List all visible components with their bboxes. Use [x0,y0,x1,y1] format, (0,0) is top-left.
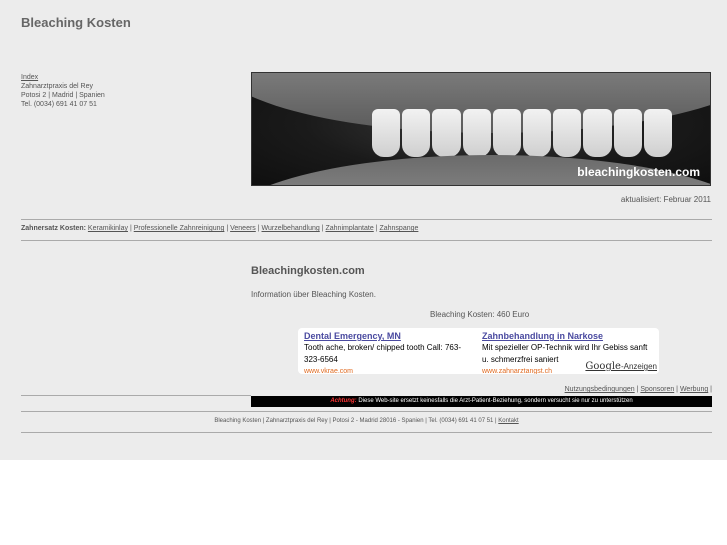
content-heading: Bleachingkosten.com [251,265,365,277]
practice-address: Potosi 2 | Madrid | Spanien [21,92,105,99]
divider-bottom [21,432,712,433]
footer-address: Bleaching Kosten | Zahnarztpraxis del Re… [21,418,712,424]
ad-text: Tooth ache, broken/ chipped tooth Call: … [304,343,461,364]
nav-item-keramikinlay[interactable]: Keramikinlay [88,225,128,232]
nav-item-zahnimplantate[interactable]: Zahnimplantate [325,225,373,232]
ad-item: Dental Emergency, MN Tooth ache, broken/… [304,330,476,374]
warning-label: Achtung: [330,398,357,404]
divider-top [21,219,712,220]
ad-title-link[interactable]: Zahnbehandlung in Narkose [482,330,654,342]
warning-bar: Achtung: Diese Web-site ersetzt keinesfa… [251,396,712,407]
google-ads-suffix: -Anzeigen [620,362,657,371]
nav-item-wurzelbehandlung[interactable]: Wurzelbehandlung [262,225,320,232]
google-logo: Google [585,361,621,372]
nav-item-zahnspange[interactable]: Zahnspange [379,225,418,232]
contact-link[interactable]: Kontakt [498,418,518,424]
content-intro: Information über Bleaching Kosten. [251,290,376,299]
google-ads-label[interactable]: Google-Anzeigen [583,361,657,372]
divider-nav [21,240,712,241]
nav-item-veneers[interactable]: Veneers [230,225,256,232]
hero-watermark: bleachingkosten.com [577,165,700,179]
practice-phone: Tel. (0034) 691 41 07 51 [21,101,97,108]
ad-block: Dental Emergency, MN Tooth ache, broken/… [298,328,659,374]
footer-address-text: Bleaching Kosten | Zahnarztpraxis del Re… [214,418,497,424]
hero-image: bleachingkosten.com [251,72,711,186]
updated-date: aktualisiert: Februar 2011 [620,195,711,204]
divider-footer [21,395,251,396]
price-text: Bleaching Kosten: 460 Euro [430,310,530,319]
divider-bottom-top [21,411,712,412]
index-link[interactable]: Index [21,73,105,82]
ad-title-link[interactable]: Dental Emergency, MN [304,330,476,342]
practice-name: Zahnarztpraxis del Rey [21,83,93,90]
link-sponsoren[interactable]: Sponsoren [640,386,674,393]
warning-text: Diese Web-site ersetzt keinesfalls die A… [358,398,633,404]
site-title: Bleaching Kosten [21,15,131,30]
footer-links: Nutzungsbedingungen | Sponsoren | Werbun… [564,386,712,393]
treatment-nav: Zahnersatz Kosten: Keramikinlay | Profes… [21,225,419,232]
contact-block: Index Zahnarztpraxis del Rey Potosi 2 | … [21,73,105,109]
ad-url-link[interactable]: www.vkrae.com [304,366,476,374]
nav-label: Zahnersatz Kosten: [21,225,86,232]
teeth [372,109,673,157]
link-nutzungsbedingungen[interactable]: Nutzungsbedingungen [565,386,635,393]
nav-item-zahnreinigung[interactable]: Professionelle Zahnreinigung [134,225,225,232]
link-werbung[interactable]: Werbung [680,386,708,393]
